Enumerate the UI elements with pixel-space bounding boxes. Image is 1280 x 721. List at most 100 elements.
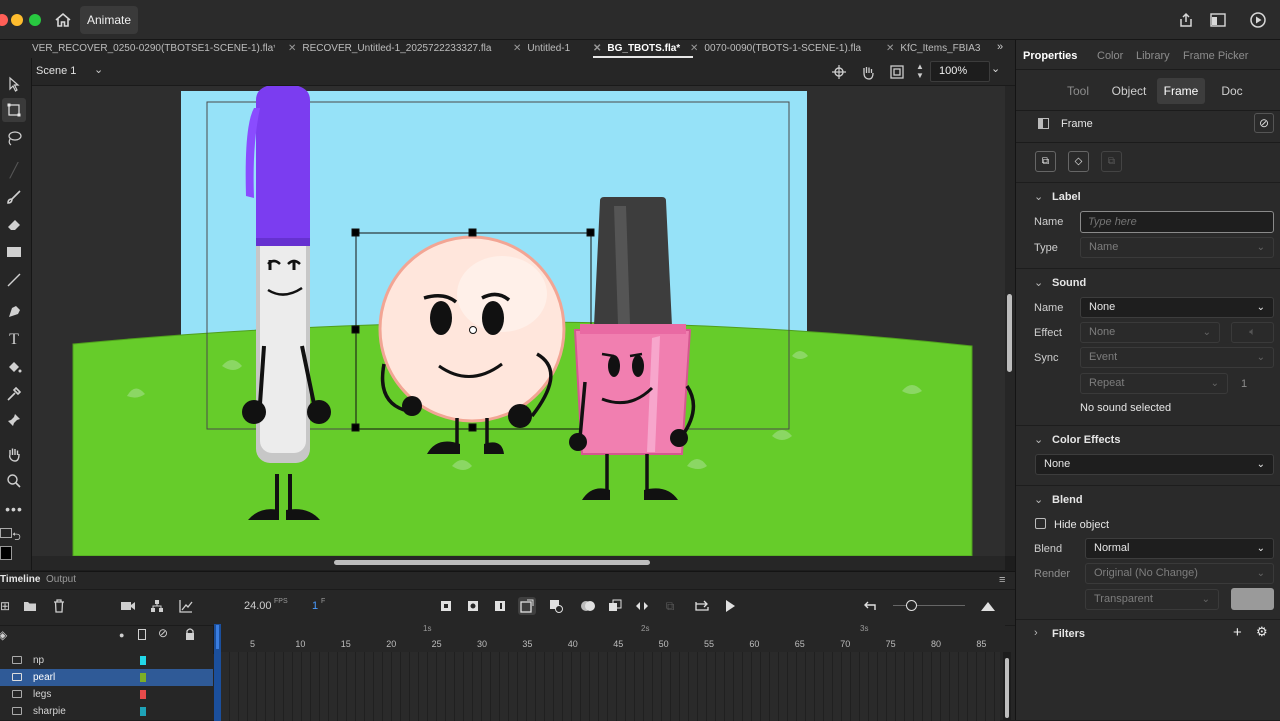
layer-color-swatch[interactable] xyxy=(140,656,146,665)
layer-row-sharpie[interactable]: sharpie xyxy=(0,703,213,720)
color-effects-section-header[interactable]: ⌄ Color Effects xyxy=(1016,425,1280,451)
home-icon[interactable] xyxy=(54,12,72,28)
sound-repeat-dropdown[interactable]: Repeat ⌄ xyxy=(1080,373,1228,394)
new-folder-icon[interactable] xyxy=(21,597,39,615)
loop-icon[interactable] xyxy=(693,597,711,615)
insert-blank-keyframe-icon[interactable] xyxy=(491,597,509,615)
sound-section-header[interactable]: ⌄ Sound xyxy=(1016,268,1280,294)
label-type-dropdown[interactable]: Name ⌄ xyxy=(1080,237,1274,258)
hide-object-checkbox[interactable] xyxy=(1035,518,1046,529)
playhead-head[interactable] xyxy=(216,625,219,649)
layer-color-swatch[interactable] xyxy=(140,673,146,682)
rectangle-tool-icon[interactable] xyxy=(0,240,28,264)
vertical-scrollbar[interactable] xyxy=(1005,86,1015,556)
minimize-window-button[interactable] xyxy=(11,14,23,26)
text-tool-icon[interactable]: T xyxy=(0,328,28,352)
chevron-down-icon[interactable]: ⌄ xyxy=(1034,493,1043,506)
delete-layer-icon[interactable] xyxy=(50,597,68,615)
close-tab-icon[interactable]: ✕ xyxy=(593,43,601,54)
label-section-header[interactable]: ⌄ Label xyxy=(1016,182,1280,208)
chevron-down-icon[interactable]: ⌄ xyxy=(1034,433,1043,446)
transparent-dropdown[interactable]: Transparent ⌄ xyxy=(1085,589,1219,610)
layer-row-np[interactable]: np xyxy=(0,652,213,669)
swap-symbol-icon[interactable]: ⧉ xyxy=(1035,151,1056,172)
blend-section-header[interactable]: ⌄ Blend xyxy=(1016,485,1280,511)
chevron-down-icon[interactable]: ⌄ xyxy=(1034,190,1043,203)
segment-doc[interactable]: Doc xyxy=(1212,78,1252,104)
center-stage-icon[interactable] xyxy=(831,64,847,80)
scene-selector[interactable]: Scene 1 xyxy=(36,65,76,77)
tab-timeline[interactable]: Timeline xyxy=(0,574,40,585)
edit-multiple-frames-icon[interactable] xyxy=(606,597,624,615)
segment-tool[interactable]: Tool xyxy=(1060,78,1096,104)
layer-name[interactable]: sharpie xyxy=(33,703,66,720)
chevron-right-icon[interactable]: › xyxy=(1034,627,1038,639)
layer-color-swatch[interactable] xyxy=(140,707,146,716)
render-dropdown[interactable]: Original (No Change) ⌄ xyxy=(1085,563,1274,584)
zoom-dropdown-icon[interactable]: ⌄ xyxy=(991,62,1000,75)
segment-frame[interactable]: Frame xyxy=(1157,78,1205,104)
doc-tab-2[interactable]: ✕ RECOVER_Untitled-1_2025722233327.fla xyxy=(288,40,510,58)
doc-tab-active[interactable]: ✕ BG_TBOTS.fla* xyxy=(593,40,693,58)
eraser-tool-icon[interactable] xyxy=(0,212,28,236)
selection-tool-icon[interactable] xyxy=(0,72,28,96)
lock-icon[interactable] xyxy=(184,628,196,640)
outline-icon[interactable] xyxy=(138,629,146,640)
new-layer-icon[interactable]: ⊞ xyxy=(0,597,14,615)
color-effects-dropdown[interactable]: None ⌄ xyxy=(1035,454,1274,475)
more-tools-icon[interactable]: ••• xyxy=(0,497,28,521)
horizontal-scroll-thumb[interactable] xyxy=(334,560,650,565)
gear-icon[interactable]: ⚙ xyxy=(1256,624,1268,640)
free-transform-tool-icon[interactable] xyxy=(2,98,26,122)
onion-skin-icon[interactable] xyxy=(579,597,597,615)
create-tween-icon[interactable] xyxy=(633,597,651,615)
timeline-zoom-handle[interactable] xyxy=(906,600,917,611)
graph-icon[interactable] xyxy=(177,597,195,615)
add-filter-icon[interactable]: + xyxy=(1233,624,1242,641)
close-tab-icon[interactable]: ✕ xyxy=(886,43,894,54)
share-icon[interactable] xyxy=(1178,12,1194,28)
highlight-layer-icon[interactable]: ● xyxy=(119,630,124,640)
lasso-tool-icon[interactable] xyxy=(0,126,28,150)
doc-tab-5[interactable]: ✕ 0070-0090(TBOTS-1-SCENE-1).fla xyxy=(690,40,880,58)
doc-tab-3[interactable]: ✕ Untitled-1 xyxy=(513,40,598,58)
doc-tab-1[interactable]: VER_RECOVER_0250-0290(TBOTSE1-SCENE-1).f… xyxy=(32,40,275,58)
tween-icon[interactable]: ◇ xyxy=(1068,151,1089,172)
tab-frame-picker[interactable]: Frame Picker xyxy=(1183,50,1248,64)
stage-canvas[interactable] xyxy=(32,86,1005,556)
close-tab-icon[interactable]: ✕ xyxy=(288,43,296,54)
brush-tool-icon[interactable] xyxy=(0,185,28,209)
close-tab-icon[interactable]: ✕ xyxy=(513,43,521,54)
zoom-stepper-icon[interactable]: ▲ ▼ xyxy=(916,62,924,80)
sound-effect-dropdown[interactable]: None ⌄ xyxy=(1080,322,1220,343)
chevron-down-icon[interactable]: ⌄ xyxy=(94,63,103,76)
tab-properties[interactable]: Properties xyxy=(1023,50,1077,64)
zoom-tool-icon[interactable] xyxy=(0,469,28,493)
background-color-swatch[interactable] xyxy=(1231,588,1274,610)
zoom-input[interactable]: 100% xyxy=(930,61,990,82)
layer-parenting-icon[interactable] xyxy=(148,597,166,615)
close-window-button[interactable] xyxy=(0,14,8,26)
eyedropper-tool-icon[interactable] xyxy=(0,382,28,406)
fit-timeline-icon[interactable] xyxy=(979,597,997,615)
window-icon[interactable] xyxy=(1210,13,1226,27)
segment-object[interactable]: Object xyxy=(1108,78,1150,104)
doc-tab-6[interactable]: ✕ KfC_Items_FBIA3 xyxy=(886,40,986,58)
horizontal-scrollbar[interactable] xyxy=(32,556,1005,570)
zoom-window-button[interactable] xyxy=(29,14,41,26)
app-name-tab[interactable]: Animate xyxy=(80,6,138,34)
panel-menu-icon[interactable]: ≡ xyxy=(999,574,1005,586)
repeat-count[interactable]: 1 xyxy=(1241,378,1247,390)
layer-name[interactable]: legs xyxy=(33,686,51,703)
timeline-zoom-slider[interactable] xyxy=(893,605,965,606)
sound-sync-dropdown[interactable]: Event ⌄ xyxy=(1080,347,1274,368)
chevron-down-icon[interactable]: ⌄ xyxy=(1034,276,1043,289)
current-frame[interactable]: 1 xyxy=(312,600,318,612)
more-tabs-icon[interactable]: » xyxy=(997,41,1003,53)
rotate-stage-icon[interactable] xyxy=(860,64,876,80)
fill-color-swatch-icon[interactable] xyxy=(0,546,12,560)
layer-name[interactable]: np xyxy=(33,652,44,669)
pin-tool-icon[interactable] xyxy=(0,408,28,432)
play-icon[interactable] xyxy=(721,597,739,615)
blend-dropdown[interactable]: Normal ⌄ xyxy=(1085,538,1274,559)
